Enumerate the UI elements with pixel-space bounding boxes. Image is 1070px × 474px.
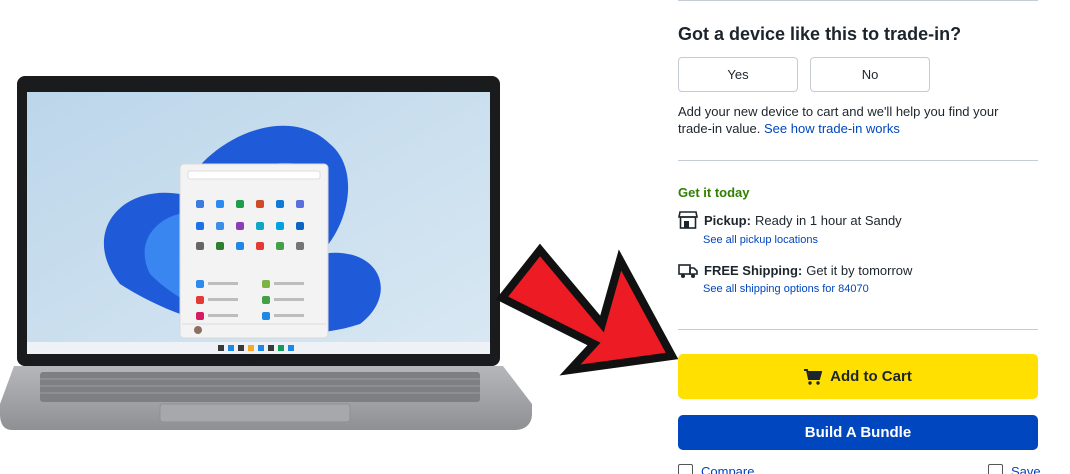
fulfillment-heading: Get it today <box>678 185 750 200</box>
save-checkbox[interactable]: Save <box>988 464 1041 474</box>
pickup-detail: Ready in 1 hour at Sandy <box>754 212 902 228</box>
pickup-row: Pickup: Ready in 1 hour at Sandy <box>678 211 902 229</box>
shipping-options-link[interactable]: See all shipping options for 84070 <box>703 283 869 295</box>
truck-icon <box>678 261 698 279</box>
add-to-cart-button[interactable]: Add to Cart <box>678 354 1038 399</box>
shipping-row: FREE Shipping: Get it by tomorrow <box>678 261 912 279</box>
divider <box>678 160 1038 161</box>
store-icon <box>678 211 698 229</box>
compare-checkbox-box[interactable] <box>678 464 693 474</box>
trade-in-yes-button[interactable]: Yes <box>678 57 798 92</box>
shipping-label: FREE Shipping: <box>704 262 803 278</box>
product-image-laptop <box>0 74 540 436</box>
shipping-detail: Get it by tomorrow <box>806 262 913 278</box>
save-label: Save <box>1011 464 1041 474</box>
save-checkbox-box[interactable] <box>988 464 1003 474</box>
compare-label: Compare <box>701 464 755 474</box>
compare-checkbox[interactable]: Compare <box>678 464 754 474</box>
trade-in-how-link[interactable]: See how trade-in works <box>764 121 900 136</box>
divider <box>678 329 1038 330</box>
add-to-cart-label: Add to Cart <box>830 368 912 385</box>
trade-in-no-button[interactable]: No <box>810 57 930 92</box>
divider <box>678 0 1038 1</box>
pickup-label: Pickup: <box>704 212 751 228</box>
trade-in-question: Got a device like this to trade-in? <box>678 24 962 44</box>
build-a-bundle-button[interactable]: Build A Bundle <box>678 415 1038 450</box>
pickup-locations-link[interactable]: See all pickup locations <box>703 234 818 246</box>
trade-in-description: Add your new device to cart and we'll he… <box>678 103 1028 137</box>
cart-icon <box>804 368 823 385</box>
red-arrow-graphic <box>490 232 680 380</box>
